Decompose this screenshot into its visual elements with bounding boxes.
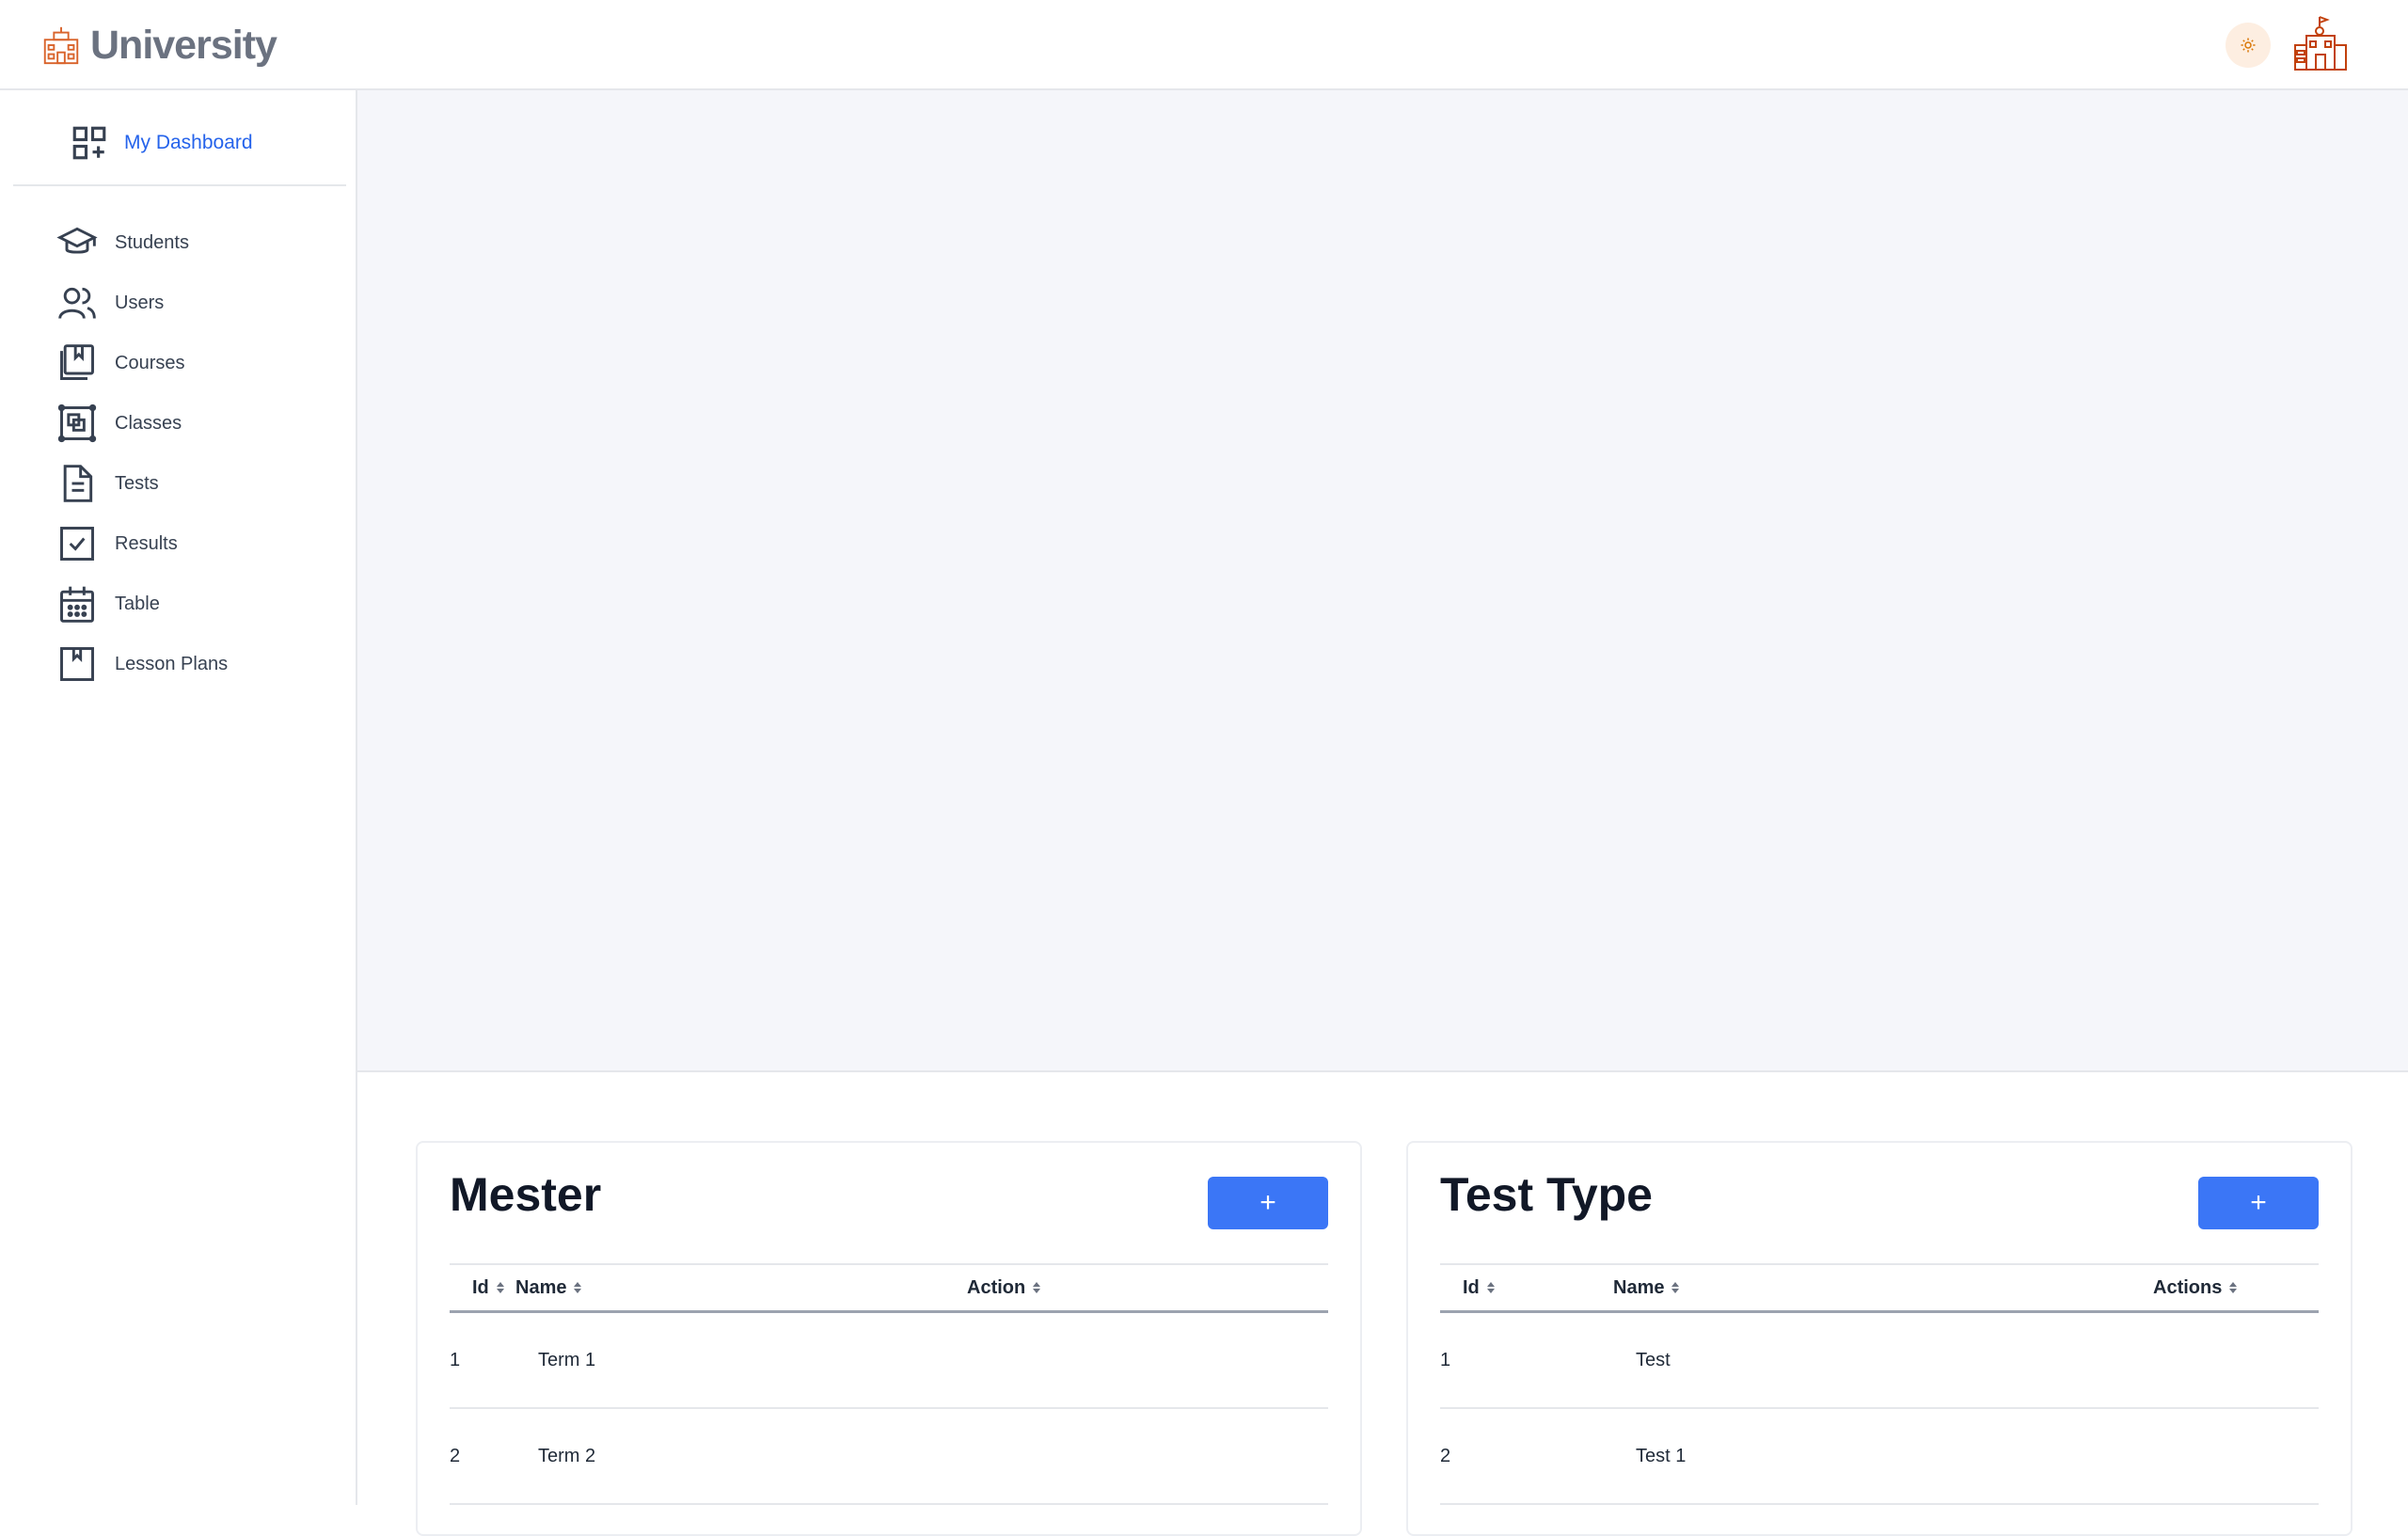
sidebar-item-label: Classes [115, 412, 182, 434]
top-bar: University [0, 0, 2408, 90]
cell-name: Term 1 [515, 1311, 967, 1409]
bookmark-square-icon [60, 647, 94, 681]
graduation-cap-icon [56, 227, 98, 254]
card-title: Mester [450, 1168, 602, 1221]
cell-actions [2153, 1311, 2319, 1409]
column-label: Id [472, 1276, 489, 1298]
sidebar-item-label: Lesson Plans [115, 653, 229, 674]
card-title: Test Type [1440, 1168, 1653, 1221]
sidebar: My Dashboard Students Users Courses Clas… [0, 90, 357, 1505]
sidebar-item-results[interactable]: Results [56, 514, 228, 574]
mester-table: Id Name Action 1 Term 1 2 Term 2 [450, 1263, 1328, 1505]
sidebar-item-label: Courses [115, 352, 185, 373]
sidebar-item-courses[interactable]: Courses [56, 333, 228, 393]
cell-id: 1 [1440, 1311, 1613, 1409]
add-mester-button[interactable]: + [1208, 1177, 1328, 1229]
cell-id: 1 [450, 1311, 515, 1409]
column-header-name[interactable]: Name [515, 1263, 967, 1313]
column-label: Action [967, 1276, 1026, 1298]
column-header-name[interactable]: Name [1613, 1263, 2153, 1313]
sidebar-nav: Students Users Courses Classes Tests Res… [56, 213, 228, 694]
table-row[interactable]: 1 Test [1440, 1311, 2319, 1409]
sidebar-item-label: Tests [115, 472, 159, 494]
cell-name-text: Test [1636, 1349, 1671, 1370]
sort-icon [1671, 1282, 1680, 1293]
cell-name: Test [1613, 1311, 2153, 1409]
sort-icon [1486, 1282, 1495, 1293]
mester-card: Mester + Id Name Action 1 Term 1 2 Term … [416, 1141, 1362, 1536]
dashboard-grid-plus-icon [72, 126, 106, 160]
avatar[interactable] [2291, 15, 2352, 75]
sun-icon [2241, 38, 2256, 53]
sidebar-item-my-dashboard[interactable]: My Dashboard [70, 122, 253, 164]
users-icon [58, 287, 96, 319]
cell-name-text: Term 2 [538, 1445, 596, 1466]
calendar-icon [60, 586, 94, 623]
table-row[interactable]: 2 Term 2 [450, 1408, 1328, 1505]
cell-name-text: Test 1 [1636, 1445, 1687, 1466]
sidebar-item-label: Table [115, 593, 160, 614]
add-test-type-button[interactable]: + [2198, 1177, 2319, 1229]
cell-name-text: Term 1 [538, 1349, 596, 1370]
sidebar-item-classes[interactable]: Classes [56, 393, 228, 453]
cell-action [967, 1408, 1328, 1505]
column-label: Actions [2153, 1276, 2223, 1298]
layers-square-icon [57, 404, 97, 443]
sort-icon [2229, 1282, 2238, 1293]
sidebar-item-tests[interactable]: Tests [56, 453, 228, 514]
dashboard-panel [357, 90, 2408, 1072]
column-label: Name [515, 1276, 567, 1298]
sidebar-divider [13, 184, 346, 186]
sort-icon [574, 1282, 582, 1293]
sort-icon [1033, 1282, 1041, 1293]
cell-actions [2153, 1408, 2319, 1505]
document-icon [63, 465, 93, 502]
sidebar-item-label: Students [115, 231, 189, 253]
table-header-row: Id Name Action [450, 1263, 1328, 1313]
sidebar-item-label: Results [115, 532, 178, 554]
test-type-card: Test Type + Id Name Actions 1 Test 2 Tes… [1406, 1141, 2353, 1536]
school-building-icon [43, 26, 79, 65]
column-label: Name [1613, 1276, 1665, 1298]
column-header-id[interactable]: Id [1440, 1263, 1613, 1313]
book-icon [60, 344, 94, 380]
theme-toggle-button[interactable] [2226, 23, 2271, 68]
test-type-table: Id Name Actions 1 Test 2 Test 1 [1440, 1263, 2319, 1505]
sidebar-item-students[interactable]: Students [56, 213, 228, 273]
table-row[interactable]: 2 Test 1 [1440, 1408, 2319, 1505]
sidebar-item-users[interactable]: Users [56, 273, 228, 333]
cell-action [967, 1311, 1328, 1409]
sort-icon [496, 1282, 504, 1293]
sidebar-item-table[interactable]: Table [56, 574, 228, 634]
column-header-actions[interactable]: Actions [2153, 1263, 2319, 1313]
sidebar-item-label: My Dashboard [124, 132, 253, 153]
column-header-action[interactable]: Action [967, 1263, 1328, 1313]
cell-name: Test 1 [1613, 1408, 2153, 1505]
cell-name: Term 2 [515, 1408, 967, 1505]
column-label: Id [1463, 1276, 1480, 1298]
checkbox-icon [60, 527, 94, 561]
cell-id: 2 [450, 1408, 515, 1505]
brand[interactable]: University [40, 19, 277, 71]
sidebar-item-label: Users [115, 292, 165, 313]
app-title: University [90, 22, 277, 68]
sidebar-item-lesson-plans[interactable]: Lesson Plans [56, 634, 228, 694]
table-header-row: Id Name Actions [1440, 1263, 2319, 1313]
cell-id: 2 [1440, 1408, 1613, 1505]
table-row[interactable]: 1 Term 1 [450, 1311, 1328, 1409]
column-header-id[interactable]: Id [450, 1263, 515, 1313]
